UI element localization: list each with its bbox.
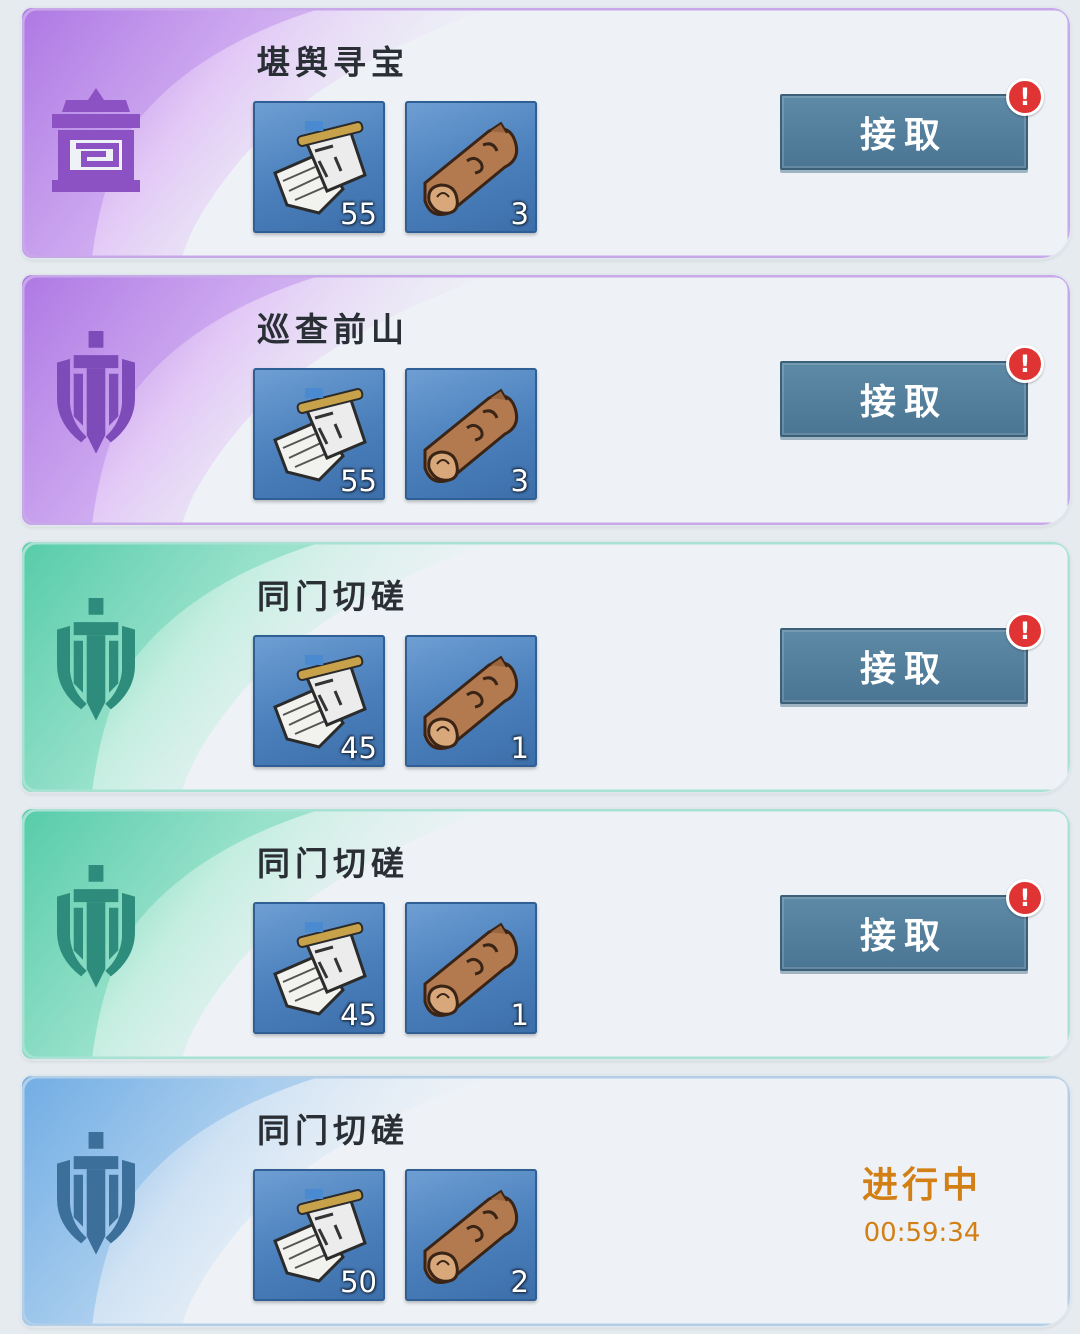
in-progress-status: 进行中 00:59:34 — [812, 1156, 1032, 1248]
quest-card-1: 堪舆寻宝 55 3 接取 ! — [22, 8, 1070, 258]
quest-card-2: 巡查前山 55 3 接取 ! — [22, 275, 1070, 525]
accept-button[interactable]: 接取 — [780, 361, 1028, 437]
reward-slot[interactable]: 55 — [253, 101, 385, 233]
reward-quantity: 55 — [340, 197, 377, 231]
reward-quantity: 45 — [340, 998, 377, 1032]
countdown-timer: 00:59:34 — [863, 1218, 981, 1248]
alert-badge-icon: ! — [1006, 612, 1044, 650]
quest-card-4: 同门切磋 45 1 接取 ! — [22, 809, 1070, 1059]
reward-slot[interactable]: 1 — [405, 635, 537, 767]
reward-slot[interactable]: 2 — [405, 1169, 537, 1301]
reward-quantity: 1 — [510, 731, 529, 765]
quest-title: 同门切磋 — [257, 844, 409, 883]
quest-title: 同门切磋 — [257, 577, 409, 616]
reward-quantity: 45 — [340, 731, 377, 765]
quest-title: 堪舆寻宝 — [257, 43, 409, 82]
accept-button[interactable]: 接取 — [780, 895, 1028, 971]
alert-badge-icon: ! — [1006, 78, 1044, 116]
reward-quantity: 1 — [510, 998, 529, 1032]
accept-button[interactable]: 接取 — [780, 94, 1028, 170]
alert-badge-icon: ! — [1006, 879, 1044, 917]
accept-button[interactable]: 接取 — [780, 628, 1028, 704]
reward-slot[interactable]: 3 — [405, 101, 537, 233]
reward-slot[interactable]: 3 — [405, 368, 537, 500]
reward-quantity: 2 — [510, 1265, 529, 1299]
quest-title: 同门切磋 — [257, 1111, 409, 1150]
sword-shield-emblem-icon — [46, 331, 146, 461]
reward-slot[interactable]: 50 — [253, 1169, 385, 1301]
reward-quantity: 55 — [340, 464, 377, 498]
quest-card-5: 同门切磋 50 2 进行中 00:59:34 — [22, 1076, 1070, 1326]
reward-slot[interactable]: 1 — [405, 902, 537, 1034]
reward-quantity: 50 — [340, 1265, 377, 1299]
quest-title: 巡查前山 — [257, 310, 409, 349]
treasure-emblem-icon — [46, 78, 146, 198]
reward-slot[interactable]: 45 — [253, 635, 385, 767]
alert-badge-icon: ! — [1006, 345, 1044, 383]
reward-slot[interactable]: 55 — [253, 368, 385, 500]
sword-shield-emblem-icon — [46, 598, 146, 728]
sword-shield-emblem-icon — [46, 865, 146, 995]
sword-shield-emblem-icon — [46, 1132, 146, 1262]
quest-card-3: 同门切磋 45 1 接取 ! — [22, 542, 1070, 792]
status-label: 进行中 — [861, 1164, 982, 1206]
reward-quantity: 3 — [510, 464, 529, 498]
reward-slot[interactable]: 45 — [253, 902, 385, 1034]
reward-quantity: 3 — [510, 197, 529, 231]
